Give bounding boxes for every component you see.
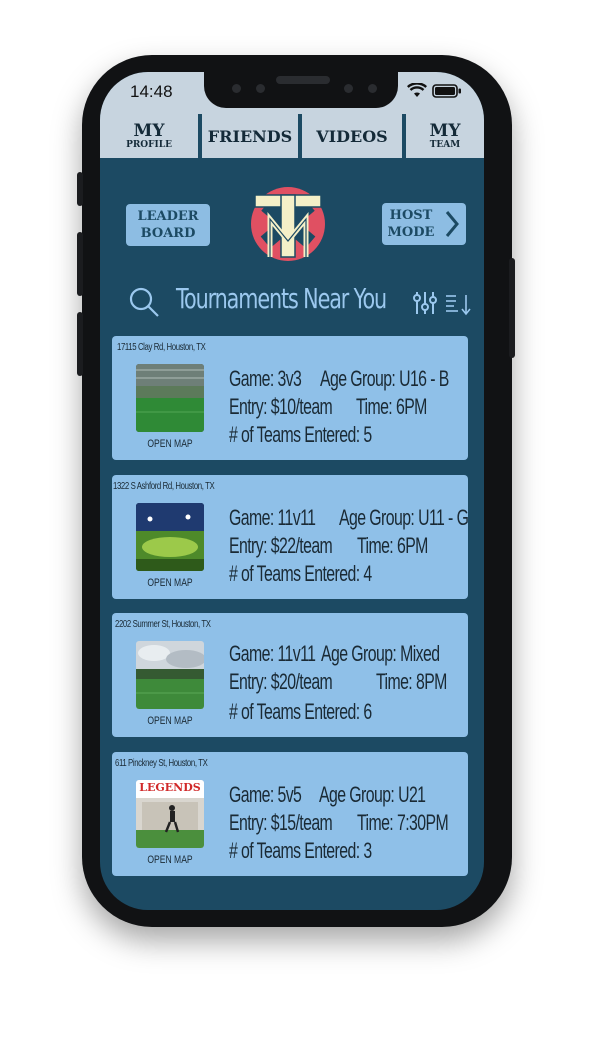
indoor-field-image [136, 364, 204, 432]
status-icons [407, 83, 462, 98]
open-map-link[interactable]: OPEN MAP [142, 577, 198, 589]
phone-volume-down [77, 312, 83, 376]
game-type: Game: 11v11 [229, 505, 316, 530]
tournament-card[interactable]: 1322 S Ashford Rd, Houston, TX OPEN MAP … [112, 475, 469, 599]
field-photo [136, 364, 204, 432]
teams-entered: # of Teams Entered: 5 [229, 422, 372, 447]
entry-fee: Entry: $22/team [229, 533, 333, 558]
leaderboard-button[interactable]: LEADER BOARD [126, 204, 210, 246]
camera-notch [204, 72, 398, 108]
outdoor-field-image [136, 641, 204, 709]
app-logo [251, 187, 325, 261]
tournament-search-row: Tournaments Near You [100, 280, 484, 320]
chevron-right-icon [445, 211, 459, 237]
entry-fee: Entry: $20/team [229, 669, 333, 694]
battery-icon [432, 83, 461, 98]
field-photo [136, 641, 204, 709]
status-time: 14:48 [130, 82, 173, 101]
field-photo [136, 503, 204, 571]
tab-my-profile-title: MY [133, 120, 165, 141]
tab-my-team-title: MY [429, 120, 461, 141]
front-sensor [232, 84, 241, 93]
tab-friends[interactable]: FRIENDS [198, 114, 298, 158]
earpiece-speaker [276, 76, 330, 84]
tab-videos[interactable]: VIDEOS [298, 114, 402, 158]
leaderboard-label-line2: BOARD [140, 226, 196, 241]
host-mode-label-line1: HOST [389, 208, 433, 223]
open-map-link[interactable]: OPEN MAP [142, 854, 198, 866]
tournament-address: 611 Pinckney St, Houston, TX [115, 758, 208, 769]
age-group: Age Group: U16 - B [320, 366, 449, 391]
teams-entered: # of Teams Entered: 4 [229, 561, 372, 586]
start-time: Time: 8PM [376, 669, 447, 694]
tournament-card[interactable]: 17115 Clay Rd, Houston, TX OPEN MAP Game… [112, 336, 468, 460]
top-tab-bar: MY PROFILE FRIENDS VIDEOS MY TEAM [100, 114, 484, 158]
age-group: Age Group: U11 - G [339, 505, 469, 530]
age-group: Age Group: U21 [319, 782, 426, 807]
tab-my-profile-subtitle: PROFILE [126, 139, 172, 150]
night-stadium-image [136, 503, 204, 571]
leaderboard-label-line1: LEADER [137, 209, 199, 224]
teams-entered: # of Teams Entered: 3 [229, 838, 372, 863]
game-type: Game: 5v5 [229, 782, 302, 807]
phone-volume-up [77, 232, 83, 296]
start-time: Time: 6PM [357, 533, 428, 558]
filter-sliders-icon[interactable] [413, 290, 437, 316]
app-screen: 14:48 MY PROFILE FRIENDS VIDEOS MY TEAM … [100, 72, 484, 910]
legends-sign: LEGENDS [139, 781, 201, 794]
field-photo: LEGENDS [136, 780, 204, 848]
tab-my-profile[interactable]: MY PROFILE [100, 114, 198, 158]
game-type: Game: 3v3 [229, 366, 302, 391]
tournament-card[interactable]: 611 Pinckney St, Houston, TX LEGENDS OPE… [112, 752, 468, 876]
sort-icon[interactable] [444, 293, 474, 317]
teams-entered: # of Teams Entered: 6 [229, 699, 372, 724]
tab-videos-label: VIDEOS [316, 126, 388, 146]
entry-fee: Entry: $15/team [229, 810, 333, 835]
section-title: Tournaments Near You [176, 282, 387, 315]
search-icon[interactable] [128, 286, 160, 318]
age-group: Age Group: Mixed [321, 641, 440, 666]
tab-my-team-subtitle: TEAM [429, 139, 461, 150]
start-time: Time: 6PM [356, 394, 427, 419]
host-mode-button[interactable]: HOST MODE [382, 203, 466, 245]
tab-friends-label: FRIENDS [207, 126, 293, 146]
ambient-sensor [368, 84, 377, 93]
tournament-address: 17115 Clay Rd, Houston, TX [117, 342, 206, 353]
tab-my-team[interactable]: MY TEAM [402, 114, 484, 158]
game-type: Game: 11v11 [229, 641, 316, 666]
open-map-link[interactable]: OPEN MAP [142, 715, 198, 727]
tournament-address: 1322 S Ashford Rd, Houston, TX [113, 481, 215, 492]
wifi-icon [407, 83, 427, 97]
open-map-link[interactable]: OPEN MAP [142, 438, 198, 450]
proximity-sensor [344, 84, 353, 93]
phone-power-button [509, 258, 515, 358]
start-time: Time: 7:30PM [357, 810, 449, 835]
phone-silent-switch [77, 172, 83, 206]
tournament-card[interactable]: 2202 Summer St, Houston, TX OPEN MAP Gam… [112, 613, 468, 737]
host-mode-label-line2: MODE [387, 225, 435, 240]
front-camera [256, 84, 265, 93]
status-bar: 14:48 [100, 72, 484, 114]
entry-fee: Entry: $10/team [229, 394, 333, 419]
tournament-address: 2202 Summer St, Houston, TX [115, 619, 211, 630]
